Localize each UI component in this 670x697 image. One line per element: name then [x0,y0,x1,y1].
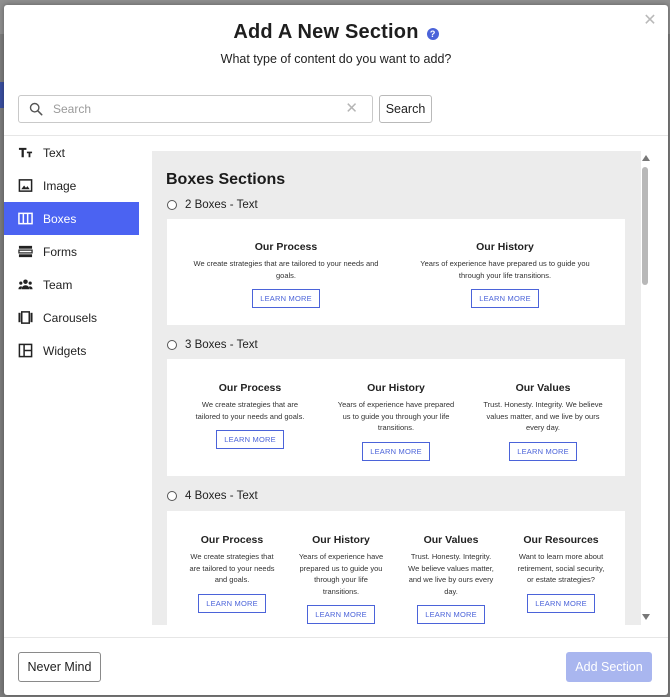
box-text: Years of experience have prepared us to … [420,259,590,280]
box-title: Our Process [254,241,318,253]
sidebar-item-label: Team [43,277,73,292]
modal-title: Add A New Section [233,21,419,43]
clear-icon[interactable]: ✕ [345,101,358,117]
preview-card-2-boxes[interactable]: Our Process We create strategies that ar… [167,219,625,325]
learn-more-button: LEARN MORE [509,441,577,461]
preview-box: Our History Years of experience have pre… [296,534,386,624]
search-icon [29,102,43,116]
scroll-up-arrow-icon[interactable] [642,155,650,161]
search-button[interactable]: Search [379,95,432,123]
sidebar-item-label: Boxes [43,211,77,226]
sidebar-item-carousels[interactable]: Carousels [4,301,139,334]
option-label: 3 Boxes - Text [185,339,258,351]
add-section-modal: ✕ Add A New Section ? What type of conte… [4,5,668,695]
never-mind-button[interactable]: Never Mind [18,652,101,682]
preview-box: Our Process We create strategies that ar… [187,534,277,613]
sidebar-item-team[interactable]: Team [4,268,139,301]
sections-panel: Boxes Sections 2 Boxes - Text Our Proces… [152,151,641,625]
box-text: Years of experience have prepared us to … [298,552,384,596]
modal-header: Add A New Section ? What type of content… [4,5,668,66]
sidebar-item-text[interactable]: Text [4,136,139,169]
box-title: Our Process [200,534,264,546]
box-title: Our History [312,534,370,546]
option-3-boxes[interactable]: 3 Boxes - Text [167,339,258,351]
text-icon [17,145,33,161]
learn-more-button: LEARN MORE [527,593,595,613]
box-text: We create strategies that are tailored t… [193,259,379,280]
sidebar-item-image[interactable]: Image [4,169,139,202]
box-title: Our Values [423,534,479,546]
box-text: Years of experience have prepared us to … [337,400,455,432]
box-text: We create strategies that are tailored t… [195,400,305,421]
box-text: We create strategies that are tailored t… [189,552,275,584]
category-sidebar: Text Image Boxes Forms Team Carousels Wi… [4,136,139,367]
box-text: Trust. Honesty. Integrity. We believe va… [408,552,494,596]
sidebar-item-label: Text [43,145,66,160]
sidebar-item-forms[interactable]: Forms [4,235,139,268]
title-row: Add A New Section ? [4,21,668,44]
preview-card-3-boxes[interactable]: Our Process We create strategies that ar… [167,359,625,476]
box-title: Our Resources [523,534,599,546]
box-title: Our Values [515,382,571,394]
boxes-icon [17,211,33,227]
learn-more-button: LEARN MORE [198,593,266,613]
preview-box: Our Process We create strategies that ar… [191,241,381,308]
scroll-thumb[interactable] [642,167,648,285]
sidebar-item-label: Image [43,178,77,193]
learn-more-button: LEARN MORE [216,430,284,449]
box-title: Our History [367,382,425,394]
learn-more-button: LEARN MORE [471,289,539,308]
sidebar-item-boxes[interactable]: Boxes [4,202,139,235]
sidebar-item-widgets[interactable]: Widgets [4,334,139,367]
preview-box: Our History Years of experience have pre… [410,241,600,308]
box-text: Want to learn more about retirement, soc… [517,552,605,584]
preview-box: Our Values Trust. Honesty. Integrity. We… [406,534,496,624]
learn-more-button: LEARN MORE [307,605,375,624]
option-label: 2 Boxes - Text [185,199,258,211]
forms-icon [17,244,33,260]
help-icon[interactable]: ? [426,27,439,40]
learn-more-button: LEARN MORE [252,289,320,308]
radio-button[interactable] [167,340,177,350]
image-icon [17,178,33,194]
sidebar-item-label: Carousels [43,310,98,325]
option-2-boxes[interactable]: 2 Boxes - Text [167,199,258,211]
modal-footer: Never Mind Add Section [4,637,668,695]
add-section-button[interactable]: Add Section [566,652,652,682]
sidebar-item-label: Forms [43,244,77,259]
modal-subtitle: What type of content do you want to add? [220,52,452,66]
box-text: Trust. Honesty. Integrity. We believe va… [483,400,603,432]
preview-box: Our Resources Want to learn more about r… [515,534,607,613]
learn-more-button: LEARN MORE [362,441,430,461]
option-4-boxes[interactable]: 4 Boxes - Text [167,490,258,502]
search-bar: ✕ Search [18,95,432,123]
radio-button[interactable] [167,200,177,210]
option-label: 4 Boxes - Text [185,490,258,502]
section-heading: Boxes Sections [166,171,286,188]
preview-box: Our Values Trust. Honesty. Integrity. We… [481,382,605,461]
learn-more-button: LEARN MORE [417,605,485,624]
carousels-icon [17,310,33,326]
widgets-icon [17,343,33,359]
preview-card-4-boxes[interactable]: Our Process We create strategies that ar… [167,511,625,625]
radio-button[interactable] [167,491,177,501]
box-title: Our History [476,241,534,253]
box-title: Our Process [218,382,282,394]
team-icon [17,277,33,293]
search-field: ✕ [18,95,373,123]
vertical-scrollbar[interactable] [641,151,651,625]
scroll-down-arrow-icon[interactable] [642,614,650,620]
preview-box: Our History Years of experience have pre… [334,382,458,461]
preview-box: Our Process We create strategies that ar… [191,382,309,449]
search-input[interactable] [53,100,333,118]
sidebar-item-label: Widgets [43,343,87,358]
